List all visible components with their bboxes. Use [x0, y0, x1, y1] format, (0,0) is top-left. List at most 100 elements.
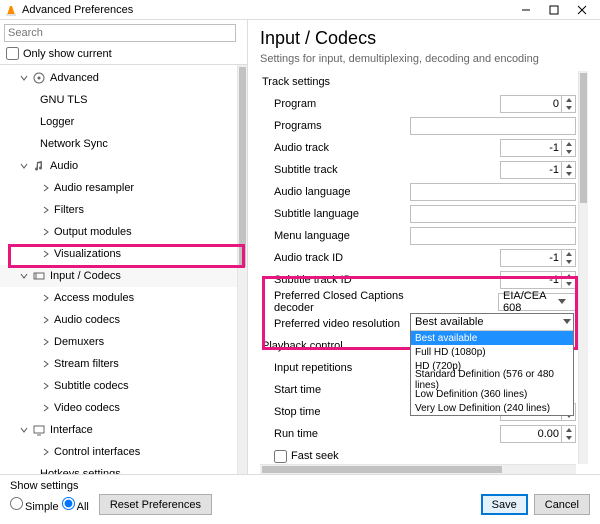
spin-up-icon[interactable]: [562, 96, 575, 104]
music-note-icon: [32, 159, 46, 173]
preferred-resolution-dropdown[interactable]: Best available Best availableFull HD (10…: [410, 313, 574, 416]
radio-simple[interactable]: Simple: [10, 497, 59, 513]
subtitle-track-id-spinner[interactable]: -1: [500, 271, 576, 289]
label-stop-time: Stop time: [260, 406, 410, 418]
label-audio-track-id: Audio track ID: [260, 252, 410, 264]
label-menu-language: Menu language: [260, 230, 410, 242]
tree-item-audio-filters[interactable]: Filters: [0, 199, 237, 221]
chevron-right-icon[interactable]: [40, 446, 52, 458]
fast-seek-checkbox[interactable]: [274, 450, 287, 463]
footer: Show settings Simple All Reset Preferenc…: [0, 474, 600, 520]
subtitle-track-spinner[interactable]: -1: [500, 161, 576, 179]
scrollbar-thumb[interactable]: [580, 73, 587, 203]
tree-item-advanced[interactable]: Advanced: [0, 67, 237, 89]
minimize-button[interactable]: [512, 1, 540, 19]
audio-track-spinner[interactable]: -1: [500, 139, 576, 157]
audio-track-id-spinner[interactable]: -1: [500, 249, 576, 267]
chevron-down-icon[interactable]: [18, 72, 30, 84]
chevron-down-icon[interactable]: [563, 316, 571, 328]
tree-item-hotkeys[interactable]: Hotkeys settings: [0, 463, 237, 474]
only-show-current-checkbox[interactable]: [6, 47, 19, 60]
tree-item-control-interfaces[interactable]: Control interfaces: [0, 441, 237, 463]
tree-item-input-codecs[interactable]: Input / Codecs: [0, 265, 237, 287]
spin-up-icon[interactable]: [562, 272, 575, 280]
label-subtitle-track-id: Subtitle track ID: [260, 274, 410, 286]
show-settings-label: Show settings: [10, 480, 590, 492]
tree-item-audio-codecs[interactable]: Audio codecs: [0, 309, 237, 331]
tree-item-gnutls[interactable]: GNU TLS: [0, 89, 237, 111]
tree-item-video-codecs[interactable]: Video codecs: [0, 397, 237, 419]
scrollbar-thumb[interactable]: [239, 67, 246, 267]
settings-vscrollbar[interactable]: [578, 71, 588, 464]
chevron-down-icon[interactable]: [18, 424, 30, 436]
tree-item-interface[interactable]: Interface: [0, 419, 237, 441]
title-bar: Advanced Preferences: [0, 0, 600, 20]
spin-down-icon[interactable]: [562, 104, 575, 112]
run-time-spinner[interactable]: 0.00: [500, 425, 576, 443]
page-subtitle: Settings for input, demultiplexing, deco…: [260, 53, 588, 65]
spin-down-icon[interactable]: [562, 170, 575, 178]
dropdown-option[interactable]: Very Low Definition (240 lines): [411, 401, 573, 415]
settings-hscrollbar[interactable]: [260, 464, 576, 474]
close-button[interactable]: [568, 1, 596, 19]
spin-up-icon[interactable]: [562, 426, 575, 434]
save-button[interactable]: Save: [481, 494, 528, 515]
tree-item-audio[interactable]: Audio: [0, 155, 237, 177]
chevron-right-icon[interactable]: [40, 248, 52, 260]
dropdown-option[interactable]: Full HD (1080p): [411, 345, 573, 359]
maximize-button[interactable]: [540, 1, 568, 19]
dropdown-option[interactable]: Standard Definition (576 or 480 lines): [411, 373, 573, 387]
spin-down-icon[interactable]: [562, 434, 575, 442]
subtitle-language-input[interactable]: [410, 205, 576, 223]
chevron-down-icon[interactable]: [18, 270, 30, 282]
programs-input[interactable]: [410, 117, 576, 135]
settings-panel: Input / Codecs Settings for input, demul…: [248, 20, 600, 474]
label-subtitle-track: Subtitle track: [260, 164, 410, 176]
program-spinner[interactable]: 0: [500, 95, 576, 113]
chevron-right-icon[interactable]: [40, 336, 52, 348]
tree-item-visualizations[interactable]: Visualizations: [0, 243, 237, 265]
preferences-tree[interactable]: Advanced GNU TLS Logger Network Sync Aud…: [0, 65, 237, 474]
spin-down-icon[interactable]: [562, 148, 575, 156]
tree-item-output-modules[interactable]: Output modules: [0, 221, 237, 243]
input-codecs-icon: [32, 269, 46, 283]
cancel-button[interactable]: Cancel: [534, 494, 590, 515]
cc-decoder-combo[interactable]: EIA/CEA 608: [498, 293, 576, 311]
chevron-right-icon[interactable]: [40, 182, 52, 194]
label-input-repetitions: Input repetitions: [260, 362, 410, 374]
tree-item-audio-resampler[interactable]: Audio resampler: [0, 177, 237, 199]
spin-down-icon[interactable]: [562, 280, 575, 288]
label-audio-language: Audio language: [260, 186, 410, 198]
tree-item-access-modules[interactable]: Access modules: [0, 287, 237, 309]
scrollbar-thumb[interactable]: [262, 466, 502, 473]
chevron-right-icon[interactable]: [40, 204, 52, 216]
tree-item-network-sync[interactable]: Network Sync: [0, 133, 237, 155]
chevron-down-icon[interactable]: [18, 160, 30, 172]
chevron-right-icon[interactable]: [40, 226, 52, 238]
tree-item-demuxers[interactable]: Demuxers: [0, 331, 237, 353]
tree-scrollbar[interactable]: [237, 65, 247, 474]
search-input[interactable]: [4, 24, 236, 42]
only-show-current-label: Only show current: [23, 48, 112, 60]
chevron-down-icon[interactable]: [546, 299, 575, 305]
chevron-right-icon[interactable]: [40, 314, 52, 326]
chevron-right-icon[interactable]: [40, 402, 52, 414]
chevron-right-icon[interactable]: [40, 380, 52, 392]
tree-item-subtitle-codecs[interactable]: Subtitle codecs: [0, 375, 237, 397]
tree-item-logger[interactable]: Logger: [0, 111, 237, 133]
interface-icon: [32, 423, 46, 437]
radio-all[interactable]: All: [62, 497, 89, 513]
spin-up-icon[interactable]: [562, 250, 575, 258]
label-subtitle-language: Subtitle language: [260, 208, 410, 220]
spin-up-icon[interactable]: [562, 162, 575, 170]
audio-language-input[interactable]: [410, 183, 576, 201]
chevron-right-icon[interactable]: [40, 292, 52, 304]
spin-down-icon[interactable]: [562, 258, 575, 266]
app-icon: [4, 3, 18, 17]
dropdown-option[interactable]: Best available: [411, 331, 573, 345]
tree-item-stream-filters[interactable]: Stream filters: [0, 353, 237, 375]
reset-preferences-button[interactable]: Reset Preferences: [99, 494, 212, 515]
chevron-right-icon[interactable]: [40, 358, 52, 370]
menu-language-input[interactable]: [410, 227, 576, 245]
spin-up-icon[interactable]: [562, 140, 575, 148]
